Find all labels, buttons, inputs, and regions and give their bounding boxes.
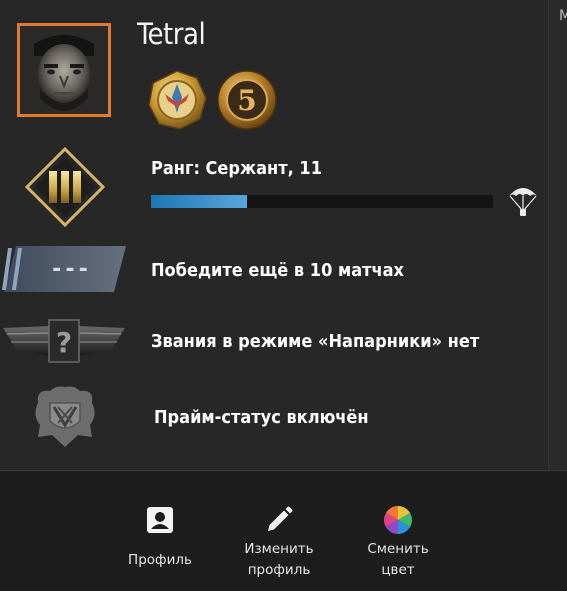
wingman-rank-icon: ? (3, 319, 125, 363)
side-panel-edge (548, 0, 567, 470)
wingman-rank-label: Звания в режиме «Напарники» нет (151, 331, 480, 352)
rank-label: Ранг: Сержант, 11 (151, 158, 322, 179)
side-panel-edge-text: M (559, 8, 567, 24)
parachute-icon[interactable] (507, 182, 539, 220)
avatar-image (20, 26, 108, 114)
rank-emblem-icon (25, 147, 105, 227)
five-year-veteran-coin-icon[interactable]: 5 (216, 69, 278, 131)
wingman-question-mark: ? (56, 326, 72, 359)
prime-status-label: Прайм-статус включён (154, 407, 369, 428)
service-medal-icon[interactable] (146, 69, 208, 131)
coin-five-glyph: 5 (237, 84, 256, 117)
xp-progress-bar (151, 195, 493, 208)
profile-button-label: Профиль (128, 552, 192, 568)
edit-profile-label: Изменить профиль (224, 539, 334, 581)
competitive-rank-placeholder-icon: --- (2, 246, 126, 292)
placeholder-dashes: --- (50, 257, 90, 282)
edit-profile-button[interactable]: Изменить профиль (224, 471, 334, 591)
edit-profile-label-line2: профиль (247, 562, 311, 578)
change-color-label: Сменить цвет (343, 539, 453, 581)
edit-profile-label-line1: Изменить (244, 541, 314, 557)
color-wheel-icon (384, 506, 412, 534)
xp-progress-fill (151, 195, 247, 208)
username[interactable]: Tetral (137, 17, 206, 51)
avatar[interactable] (17, 23, 111, 117)
prime-status-icon (35, 386, 95, 447)
profile-panel: M Tetral 5 Ранг: Сержант, 11 --- Победит… (0, 0, 567, 591)
pencil-icon (268, 506, 293, 531)
change-color-button[interactable]: Сменить цвет (343, 471, 453, 591)
change-color-label-line2: цвет (381, 562, 415, 578)
profile-button[interactable]: Профиль (105, 471, 215, 591)
wins-needed-label: Победите ещё в 10 матчах (151, 260, 405, 281)
profile-card-icon (147, 507, 173, 533)
change-color-label-line1: Сменить (367, 541, 429, 557)
footer-toolbar: Профиль Изменить профиль Сменить цвет (0, 470, 567, 591)
